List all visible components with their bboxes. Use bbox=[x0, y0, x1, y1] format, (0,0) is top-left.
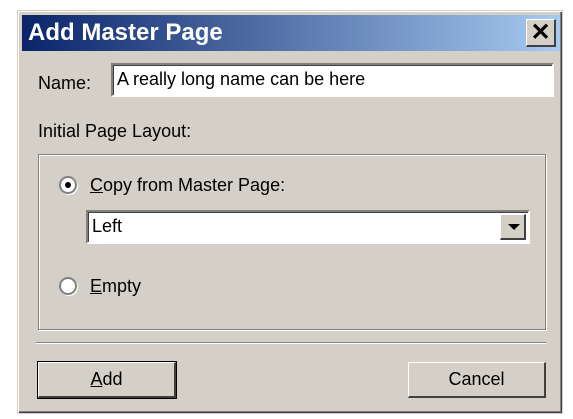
name-label: Name: bbox=[38, 73, 92, 93]
empty-label-rest: mpty bbox=[102, 276, 142, 296]
copy-label-rest: opy from Master Page: bbox=[103, 175, 286, 195]
name-input-value: A really long name can be here bbox=[117, 69, 366, 89]
close-icon: ✕ bbox=[530, 18, 551, 46]
initial-layout-label: Initial Page Layout: bbox=[38, 121, 192, 141]
copy-mnemonic: C bbox=[90, 175, 103, 195]
add-mnemonic: A bbox=[90, 369, 103, 389]
add-button[interactable]: Add bbox=[37, 361, 177, 399]
master-page-dropdown[interactable]: Left bbox=[86, 210, 530, 244]
radio-selected-dot bbox=[65, 182, 71, 188]
cancel-button[interactable]: Cancel bbox=[408, 362, 546, 398]
add-master-page-dialog: Add Master Page ✕ Name: A really long na… bbox=[17, 10, 563, 414]
empty-option-label[interactable]: Empty bbox=[90, 276, 141, 296]
chevron-down-icon[interactable] bbox=[500, 214, 526, 240]
title-bar[interactable]: Add Master Page ✕ bbox=[22, 15, 560, 51]
dropdown-value: Left bbox=[92, 216, 123, 236]
empty-mnemonic: E bbox=[90, 276, 103, 296]
close-button[interactable]: ✕ bbox=[526, 19, 556, 47]
dialog-title: Add Master Page bbox=[28, 19, 223, 46]
copy-option-label[interactable]: Copy from Master Page: bbox=[90, 175, 285, 195]
separator bbox=[36, 342, 546, 344]
name-input[interactable]: A really long name can be here bbox=[111, 63, 554, 97]
copy-radio[interactable] bbox=[59, 176, 77, 194]
add-label-rest: dd bbox=[102, 369, 123, 389]
empty-radio[interactable] bbox=[59, 277, 77, 295]
